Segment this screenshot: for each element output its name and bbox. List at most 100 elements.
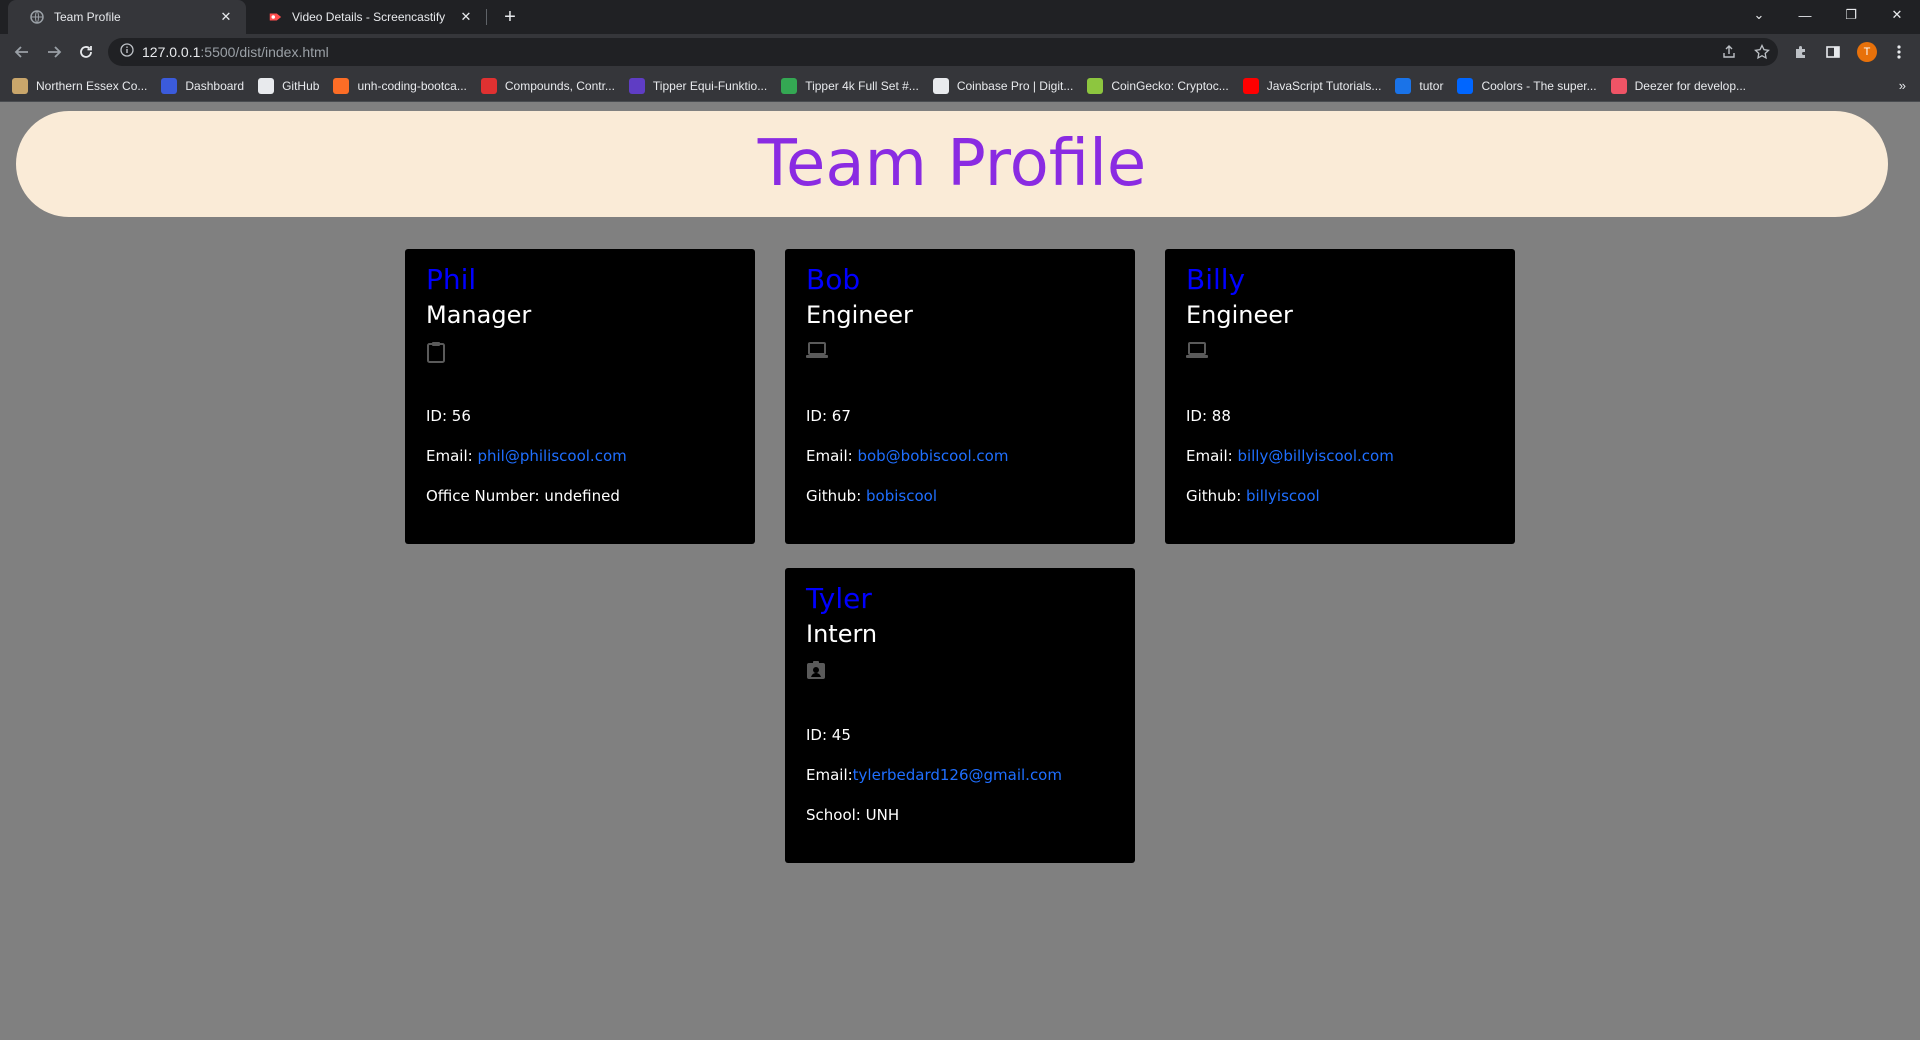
bookmark-item[interactable]: Tipper Equi-Funktio...: [628, 77, 768, 94]
bookmark-label: tutor: [1419, 78, 1444, 93]
tab-title: Video Details - Screencastify: [292, 10, 446, 24]
school: School: UNH: [806, 806, 900, 824]
bookmark-item[interactable]: Compounds, Contr...: [480, 77, 615, 94]
laptop-icon: [1186, 341, 1208, 363]
url-text: 127.0.0.1:5500/dist/index.html: [142, 44, 329, 60]
address-bar[interactable]: 127.0.0.1:5500/dist/index.html: [108, 38, 1778, 66]
extensions-puzzle-icon[interactable]: [1788, 39, 1814, 65]
office-number: Office Number: undefined: [426, 487, 620, 505]
github-label: Github:: [806, 487, 867, 505]
restore-button[interactable]: ❐: [1828, 0, 1874, 30]
bookmark-favicon-icon: [333, 77, 350, 94]
browser-toolbar: 127.0.0.1:5500/dist/index.html T: [0, 34, 1920, 70]
tab-separator: [486, 9, 487, 25]
employee-email-row: Email: bob@bobiscool.com: [806, 447, 1008, 465]
bookmark-favicon-icon: [480, 77, 497, 94]
page-header: Team Profile: [16, 111, 1888, 217]
bookmark-favicon-icon: [161, 77, 178, 94]
bookmark-favicon-icon: [628, 77, 645, 94]
url-host: 127.0.0.1: [142, 44, 201, 60]
github-link[interactable]: billyiscool: [1246, 487, 1320, 505]
email-link[interactable]: phil@philiscool.com: [477, 447, 626, 465]
id-badge-icon: [806, 660, 828, 682]
screencastify-icon: [268, 10, 282, 24]
bookmark-label: unh-coding-bootca...: [357, 78, 467, 93]
employee-email-row: Email: phil@philiscool.com: [426, 447, 627, 465]
bookmark-favicon-icon: [1242, 77, 1259, 94]
laptop-icon: [806, 341, 828, 363]
email-link[interactable]: tylerbedard126@gmail.com: [853, 766, 1062, 784]
profile-avatar[interactable]: T: [1857, 42, 1877, 62]
bookmark-favicon-icon: [12, 77, 28, 94]
bookmark-label: GitHub: [282, 78, 320, 93]
bookmark-star-icon[interactable]: [1750, 40, 1774, 64]
bookmark-item[interactable]: GitHub: [258, 77, 320, 94]
bookmark-favicon-icon: [1457, 77, 1474, 94]
side-panel-icon[interactable]: [1820, 39, 1846, 65]
employee-name: Bob: [806, 263, 861, 296]
bookmark-label: Dashboard: [185, 78, 245, 93]
tab-team-profile[interactable]: Team Profile ✕: [8, 0, 246, 34]
employee-card-billy: Billy Engineer ID: 88 Email: billy@billy…: [1165, 249, 1515, 544]
bookmark-item[interactable]: Dashboard: [161, 77, 245, 94]
employee-name: Billy: [1186, 263, 1246, 296]
arrow-right-icon: [48, 46, 62, 58]
employee-name: Tyler: [806, 582, 872, 615]
back-button[interactable]: [8, 38, 36, 66]
menu-kebab-icon[interactable]: [1886, 39, 1912, 65]
close-tab-icon[interactable]: ✕: [458, 9, 474, 25]
tab-search-icon[interactable]: ⌄: [1736, 0, 1782, 30]
employee-role: Engineer: [806, 301, 913, 329]
tab-strip: Team Profile ✕ Video Details - Screencas…: [0, 0, 1920, 34]
bookmark-label: Coinbase Pro | Digit...: [956, 78, 1074, 93]
github-row: Github: billyiscool: [1186, 487, 1320, 505]
reload-button[interactable]: [72, 38, 100, 66]
employee-role: Manager: [426, 301, 532, 329]
reload-icon: [80, 46, 92, 58]
more-bookmarks-icon[interactable]: »: [1899, 78, 1906, 93]
employee-name: Phil: [426, 263, 477, 296]
close-window-button[interactable]: ✕: [1874, 0, 1920, 30]
bookmark-label: CoinGecko: Cryptoc...: [1111, 78, 1229, 93]
employee-id: ID: 67: [806, 407, 851, 425]
employee-card-tyler: Tyler Intern ID: 45 Email:tylerbedard126…: [785, 568, 1135, 863]
close-tab-icon[interactable]: ✕: [218, 9, 234, 25]
email-link[interactable]: billy@billyiscool.com: [1237, 447, 1393, 465]
email-label: Email:: [1186, 447, 1238, 465]
bookmark-favicon-icon: [1395, 77, 1412, 94]
employee-id: ID: 88: [1186, 407, 1231, 425]
share-icon[interactable]: [1717, 40, 1741, 64]
info-icon[interactable]: [120, 42, 134, 62]
minimize-button[interactable]: —: [1782, 0, 1828, 30]
bookmark-item[interactable]: unh-coding-bootca...: [333, 77, 467, 94]
bookmark-item[interactable]: Coolors - The super...: [1457, 77, 1597, 94]
bookmark-label: Tipper Equi-Funktio...: [652, 78, 768, 93]
bookmark-favicon-icon: [1087, 77, 1104, 94]
bookmark-item[interactable]: Northern Essex Co...: [12, 77, 147, 94]
bookmark-item[interactable]: Deezer for develop...: [1610, 77, 1746, 94]
forward-button[interactable]: [40, 38, 68, 66]
arrow-left-icon: [14, 46, 28, 58]
email-label: Email:: [806, 447, 858, 465]
bookmark-item[interactable]: tutor: [1395, 77, 1444, 94]
bookmark-item[interactable]: CoinGecko: Cryptoc...: [1087, 77, 1229, 94]
bookmark-favicon-icon: [258, 77, 275, 94]
employee-card-phil: Phil Manager ID: 56 Email: phil@philisco…: [405, 249, 755, 544]
bookmark-label: Coolors - The super...: [1481, 78, 1597, 93]
bookmark-item[interactable]: Coinbase Pro | Digit...: [932, 77, 1074, 94]
github-link[interactable]: bobiscool: [866, 487, 937, 505]
bookmark-favicon-icon: [1610, 77, 1627, 94]
bookmark-label: Tipper 4k Full Set #...: [805, 78, 919, 93]
employee-email-row: Email:tylerbedard126@gmail.com: [806, 766, 1062, 784]
bookmark-favicon-icon: [781, 77, 798, 94]
employee-id: ID: 56: [426, 407, 471, 425]
employee-role: Intern: [806, 620, 878, 648]
tab-video-details[interactable]: Video Details - Screencastify ✕: [246, 0, 486, 34]
bookmark-item[interactable]: JavaScript Tutorials...: [1242, 77, 1382, 94]
bookmark-label: JavaScript Tutorials...: [1266, 78, 1382, 93]
bookmark-label: Compounds, Contr...: [504, 78, 615, 93]
new-tab-button[interactable]: +: [498, 5, 522, 29]
email-link[interactable]: bob@bobiscool.com: [857, 447, 1008, 465]
bookmark-item[interactable]: Tipper 4k Full Set #...: [781, 77, 919, 94]
tab-title: Team Profile: [54, 10, 121, 24]
